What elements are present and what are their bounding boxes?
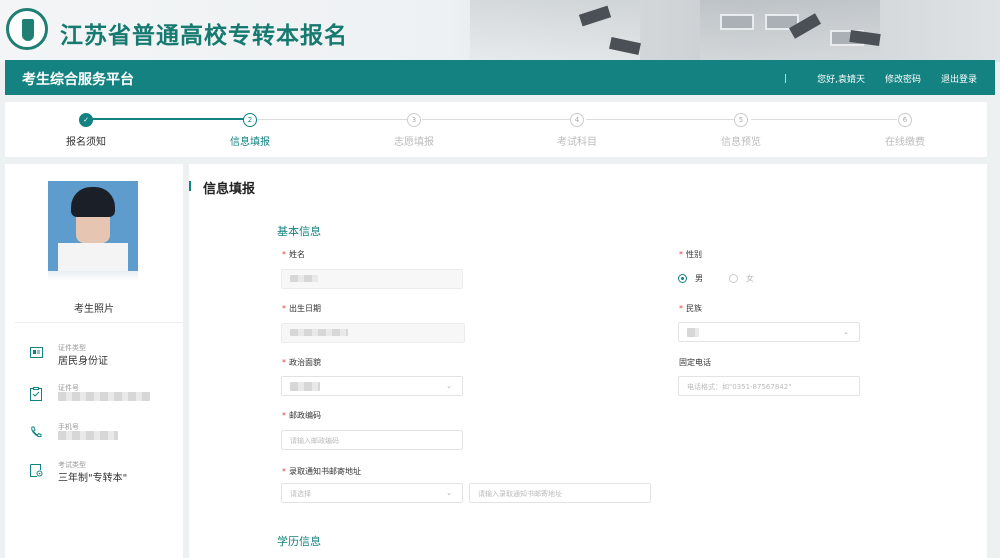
step-number: 2	[243, 113, 257, 127]
candidate-photo	[48, 181, 138, 271]
candidate-sidebar: 考生照片 证件类型 居民身份证 证件号 手机号 考试类型 三年制"专转本"	[5, 164, 183, 558]
step-label: 信息预览	[721, 137, 761, 148]
name-label: * 姓名	[282, 250, 305, 259]
address-region-select[interactable]: 请选择 ⌄	[281, 483, 463, 503]
step-label: 报名须知	[66, 137, 106, 148]
postal-code-label: * 邮政编码	[282, 411, 321, 420]
id-type-value: 居民身份证	[58, 356, 108, 367]
chevron-down-icon: ⌄	[446, 382, 452, 390]
site-logo	[6, 8, 48, 50]
step-connector	[257, 119, 409, 120]
landline-input[interactable]: 电话格式：如"0351-87567842"	[678, 376, 860, 396]
divider	[15, 322, 183, 323]
phone-value	[58, 431, 118, 443]
postal-code-input[interactable]: 请输入邮政编码	[281, 430, 463, 450]
logout-link[interactable]: 退出登录	[941, 72, 977, 85]
gender-radio-group: 男 女	[678, 273, 754, 284]
user-menu: | 您好,袁婧天 修改密码 退出登录	[784, 72, 977, 86]
step-connector	[751, 119, 897, 120]
banner-building	[470, 0, 640, 62]
page-title: 信息填报	[203, 182, 256, 197]
gender-label: * 性别	[679, 250, 702, 259]
title-accent-bar	[189, 181, 191, 191]
step-number: 6	[898, 113, 912, 127]
gender-male-label[interactable]: 男	[695, 273, 703, 284]
clipboard-icon	[30, 387, 44, 401]
chevron-down-icon: ⌄	[446, 489, 452, 497]
ethnicity-label: * 民族	[679, 304, 702, 313]
step-connector	[92, 118, 244, 120]
banner-window	[720, 14, 754, 30]
political-status-label: * 政治面貌	[282, 358, 321, 367]
site-title: 江苏省普通高校专转本报名	[60, 23, 348, 49]
section-basic-info: 基本信息	[277, 225, 321, 238]
gender-female-radio[interactable]	[729, 274, 738, 283]
progress-steps: ✓ 报名须知 2 信息填报 3 志愿填报 4 考试科目 5 信息预览 6 在线缴…	[5, 102, 987, 157]
step-label: 在线缴费	[885, 137, 925, 148]
gender-male-radio[interactable]	[678, 274, 687, 283]
address-detail-input[interactable]: 请输入录取通知书邮寄地址	[469, 483, 651, 503]
top-navbar: 考生综合服务平台 | 您好,袁婧天 修改密码 退出登录	[5, 60, 995, 95]
birth-date-field[interactable]	[281, 323, 465, 343]
info-form-panel: 信息填报 基本信息 * 姓名 * 性别 男 女 * 出生日期 * 民族 ⌄ * 政治面貌 …	[189, 164, 987, 558]
section-education-info: 学历信息	[277, 535, 321, 548]
step-number: 5	[734, 113, 748, 127]
step-number: 4	[570, 113, 584, 127]
step-check-icon: ✓	[79, 113, 93, 127]
nav-separator: |	[784, 73, 788, 84]
political-status-select[interactable]: ⌄	[281, 376, 463, 396]
landline-label: 固定电话	[679, 358, 711, 367]
birth-date-label: * 出生日期	[282, 304, 321, 313]
platform-title: 考生综合服务平台	[22, 72, 134, 88]
step-label: 志愿填报	[394, 137, 434, 148]
change-password-link[interactable]: 修改密码	[885, 72, 921, 85]
photo-caption: 考生照片	[74, 304, 114, 315]
mailing-address-label: * 录取通知书邮寄地址	[282, 467, 361, 476]
ethnicity-select[interactable]: ⌄	[678, 322, 860, 342]
step-label: 信息填报	[230, 137, 270, 148]
chevron-down-icon: ⌄	[843, 328, 849, 336]
header-banner: 江苏省普通高校专转本报名	[0, 0, 1000, 62]
step-connector	[422, 119, 574, 120]
id-card-icon	[30, 347, 44, 361]
photo-reflection	[48, 271, 138, 281]
phone-icon	[30, 426, 44, 440]
id-number-value	[58, 392, 150, 404]
exam-type-value: 三年制"专转本"	[58, 473, 128, 484]
step-label: 考试科目	[557, 137, 597, 148]
step-number: 3	[407, 113, 421, 127]
user-greeting: 您好,袁婧天	[817, 75, 865, 85]
exam-type-icon	[30, 464, 44, 478]
name-field[interactable]	[281, 269, 463, 289]
gender-female-label[interactable]: 女	[746, 273, 754, 284]
step-connector	[586, 119, 738, 120]
